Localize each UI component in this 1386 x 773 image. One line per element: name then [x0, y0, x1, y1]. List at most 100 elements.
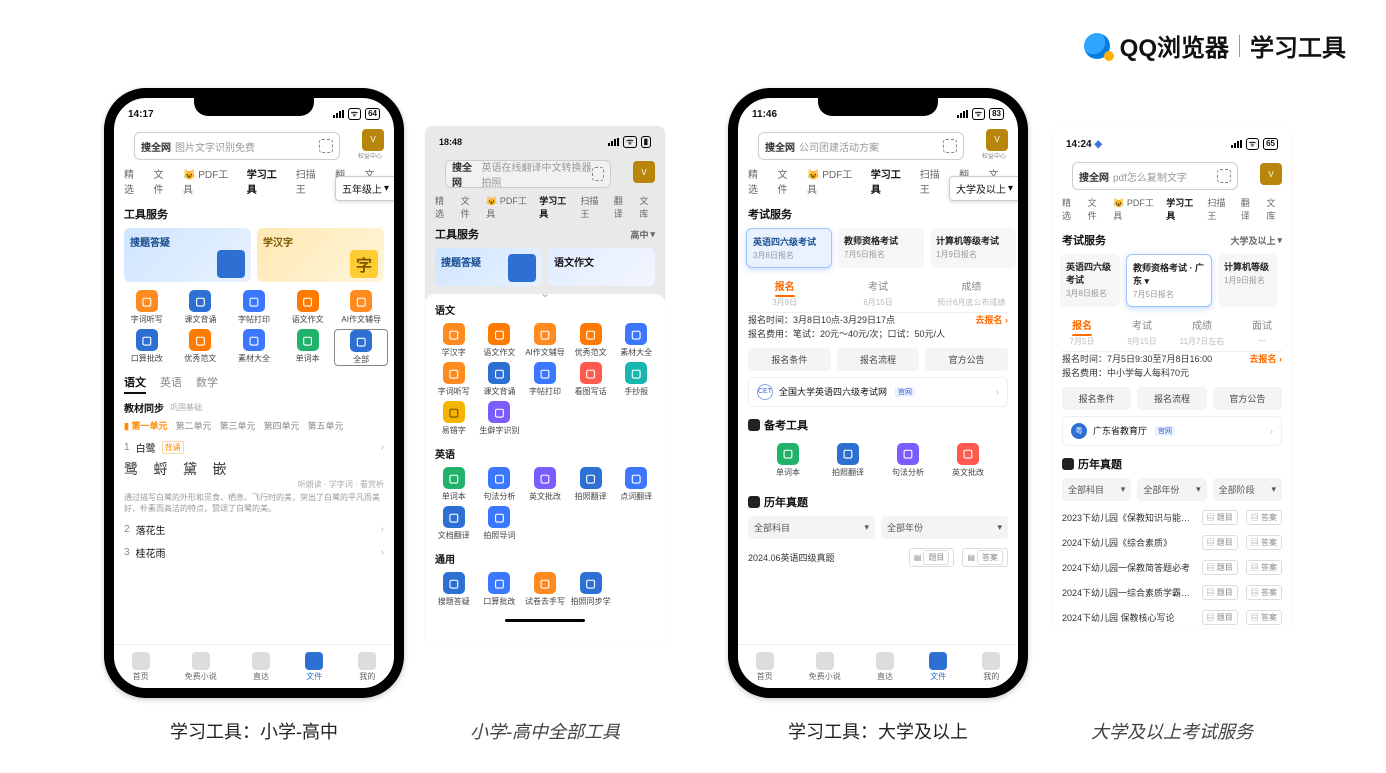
- tab-pdf[interactable]: 😺 PDF工具: [183, 166, 237, 196]
- exam-card[interactable]: 教师资格考试7月5日报名: [838, 228, 924, 268]
- tool-课文背诵[interactable]: ▢课文背诵: [174, 290, 228, 325]
- unit-3[interactable]: 第三单元: [219, 419, 255, 432]
- exam-card[interactable]: 计算机等级1月9日报名: [1218, 254, 1278, 307]
- tool-口算批改[interactable]: ▢口算批改: [477, 572, 523, 607]
- tool-字词听写[interactable]: ▢字词听写: [431, 362, 477, 397]
- tool-点词翻译[interactable]: ▢点词翻译: [613, 467, 659, 502]
- tool-英文批改[interactable]: ▢英文批改: [938, 443, 998, 478]
- card-souti[interactable]: 搜题答疑: [435, 248, 542, 286]
- nav-文件[interactable]: 文件: [929, 652, 947, 682]
- grade-selector[interactable]: 大学及以上 ▾: [1230, 234, 1282, 247]
- stage-tab[interactable]: 成绩: [1172, 317, 1232, 336]
- tool-试卷去手写[interactable]: ▢试卷去手写: [522, 572, 568, 607]
- filter-select[interactable]: 全部阶段▾: [1213, 478, 1282, 501]
- scan-icon[interactable]: [943, 139, 957, 153]
- nav-文件[interactable]: 文件: [305, 652, 323, 682]
- tool-全部[interactable]: ▢全部: [334, 329, 388, 366]
- nav-直达[interactable]: 直达: [876, 652, 894, 682]
- tool-口算批改[interactable]: ▢口算批改: [120, 329, 174, 366]
- lesson-bailu[interactable]: 1 白鹭 背诵 ›: [114, 436, 394, 459]
- filter-select[interactable]: 全部年份▾: [881, 516, 1008, 539]
- stage-tab[interactable]: 报名: [738, 278, 831, 297]
- tool-课文背诵[interactable]: ▢课文背诵: [477, 362, 523, 397]
- nav-我的[interactable]: 我的: [982, 652, 1000, 682]
- grade-selector[interactable]: 大学及以上▾: [949, 176, 1020, 201]
- tab-study[interactable]: 学习工具: [247, 166, 286, 196]
- tool-搜题答疑[interactable]: ▢搜题答疑: [431, 572, 477, 607]
- subtab-english[interactable]: 英语: [160, 374, 182, 394]
- info-button[interactable]: 官方公告: [1213, 387, 1282, 410]
- filter-select[interactable]: 全部年份▾: [1137, 478, 1206, 501]
- tool-AI作文辅导[interactable]: ▢AI作文辅导: [334, 290, 388, 325]
- tool-AI作文辅导[interactable]: ▢AI作文辅导: [522, 323, 568, 358]
- tab-scan[interactable]: 扫描王: [296, 166, 325, 196]
- unit-1[interactable]: ▮ 第一单元: [124, 419, 167, 432]
- subtab-chinese[interactable]: 语文: [124, 374, 146, 394]
- scan-icon[interactable]: [592, 167, 604, 181]
- exam-card[interactable]: 英语四六级考试3月8日报名: [1060, 254, 1120, 307]
- official-site-link[interactable]: 粤 广东省教育厅官网 ›: [1062, 416, 1282, 446]
- tool-字帖打印[interactable]: ▢字帖打印: [227, 290, 281, 325]
- act-questions[interactable]: ▤ 题目: [909, 548, 955, 567]
- tool-字词听写[interactable]: ▢字词听写: [120, 290, 174, 325]
- tool-拍照翻译[interactable]: ▢拍照翻译: [568, 467, 614, 502]
- stage-tab[interactable]: 考试: [831, 278, 924, 297]
- stage-tab[interactable]: 考试: [1112, 317, 1172, 336]
- tool-拍照同步学[interactable]: ▢拍照同步学: [568, 572, 614, 607]
- unit-2[interactable]: 第二单元: [175, 419, 211, 432]
- stage-tab[interactable]: 面试: [1232, 317, 1292, 336]
- go-signup-button[interactable]: 去报名 ›: [1249, 352, 1282, 366]
- paper-row[interactable]: 2024下幼儿园《综合素质》 ▤ 题目▤ 答案: [1052, 530, 1292, 555]
- lesson-luohuasheng[interactable]: 2落花生 ›: [114, 518, 394, 541]
- go-signup-button[interactable]: 去报名 ›: [975, 313, 1008, 327]
- vip-icon[interactable]: V: [633, 161, 655, 183]
- subtab-math[interactable]: 数学: [196, 374, 218, 394]
- search-input[interactable]: 搜全网 公司团建活动方案: [758, 132, 964, 160]
- tool-语文作文[interactable]: ▢语文作文: [281, 290, 335, 325]
- tool-素材大全[interactable]: ▢素材大全: [227, 329, 281, 366]
- grade-selector[interactable]: 高中 ▾: [630, 228, 655, 241]
- search-input[interactable]: 搜全网 pdf怎么复制文字: [1072, 162, 1238, 190]
- tool-语文作文[interactable]: ▢语文作文: [477, 323, 523, 358]
- tab-files[interactable]: 文件: [153, 166, 172, 196]
- filter-select[interactable]: 全部科目▾: [1062, 478, 1131, 501]
- exam-card[interactable]: 英语四六级考试3月8日报名: [746, 228, 832, 268]
- vip-badge[interactable]: V权益中心: [980, 129, 1008, 160]
- scan-icon[interactable]: [1217, 169, 1231, 183]
- unit-4[interactable]: 第四单元: [264, 419, 300, 432]
- unit-5[interactable]: 第五单元: [308, 419, 344, 432]
- vip-icon[interactable]: V: [1260, 163, 1282, 185]
- card-souti[interactable]: 搜题答疑: [124, 228, 251, 282]
- vip-badge[interactable]: V 权益中心: [356, 129, 384, 160]
- tool-单词本[interactable]: ▢单词本: [431, 467, 477, 502]
- exam-card[interactable]: 计算机等级考试1月9日报名: [930, 228, 1016, 268]
- nav-直达[interactable]: 直达: [252, 652, 270, 682]
- card-zuowen[interactable]: 语文作文: [548, 248, 655, 286]
- tool-句法分析[interactable]: ▢句法分析: [878, 443, 938, 478]
- lesson-guihuayu[interactable]: 3桂花雨 ›: [114, 541, 394, 564]
- tool-单词本[interactable]: ▢单词本: [281, 329, 335, 366]
- scan-icon[interactable]: [319, 139, 333, 153]
- tool-优秀范文[interactable]: ▢优秀范文: [568, 323, 614, 358]
- tool-手抄报[interactable]: ▢手抄报: [613, 362, 659, 397]
- tool-句法分析[interactable]: ▢句法分析: [477, 467, 523, 502]
- card-hanzi[interactable]: 学汉字字: [257, 228, 384, 282]
- search-input[interactable]: 搜全网 英语在线翻译中文转换器拍照: [445, 160, 611, 188]
- paper-row[interactable]: 2024下幼儿园一保教简答题必考 ▤ 题目▤ 答案: [1052, 555, 1292, 580]
- nav-首页[interactable]: 首页: [132, 652, 150, 682]
- info-button[interactable]: 报名条件: [1062, 387, 1131, 410]
- official-site-link[interactable]: CET 全国大学英语四六级考试网官网 ›: [748, 377, 1008, 407]
- paper-row[interactable]: 2024下幼儿园一综合素质学霸笔记 ▤ 题目▤ 答案: [1052, 580, 1292, 605]
- tool-文档翻译[interactable]: ▢文档翻译: [431, 506, 477, 541]
- tool-学汉字[interactable]: ▢学汉字: [431, 323, 477, 358]
- tool-优秀范文[interactable]: ▢优秀范文: [174, 329, 228, 366]
- exam-card[interactable]: 教师资格考试 · 广东 ▾7月5日报名: [1126, 254, 1212, 307]
- info-button[interactable]: 报名条件: [748, 348, 831, 371]
- tool-字帖打印[interactable]: ▢字帖打印: [522, 362, 568, 397]
- grade-selector[interactable]: 五年级上▾: [335, 176, 396, 201]
- paper-row[interactable]: 2023下幼儿园《保教知识与能力》 ▤ 题目▤ 答案: [1052, 505, 1292, 530]
- tool-英文批改[interactable]: ▢英文批改: [522, 467, 568, 502]
- nav-免费小说[interactable]: 免费小说: [185, 652, 217, 682]
- paper-row[interactable]: 2024.06英语四级真题 ▤ 题目 ▤ 答案: [738, 543, 1018, 572]
- tool-拍照导词[interactable]: ▢拍照导词: [477, 506, 523, 541]
